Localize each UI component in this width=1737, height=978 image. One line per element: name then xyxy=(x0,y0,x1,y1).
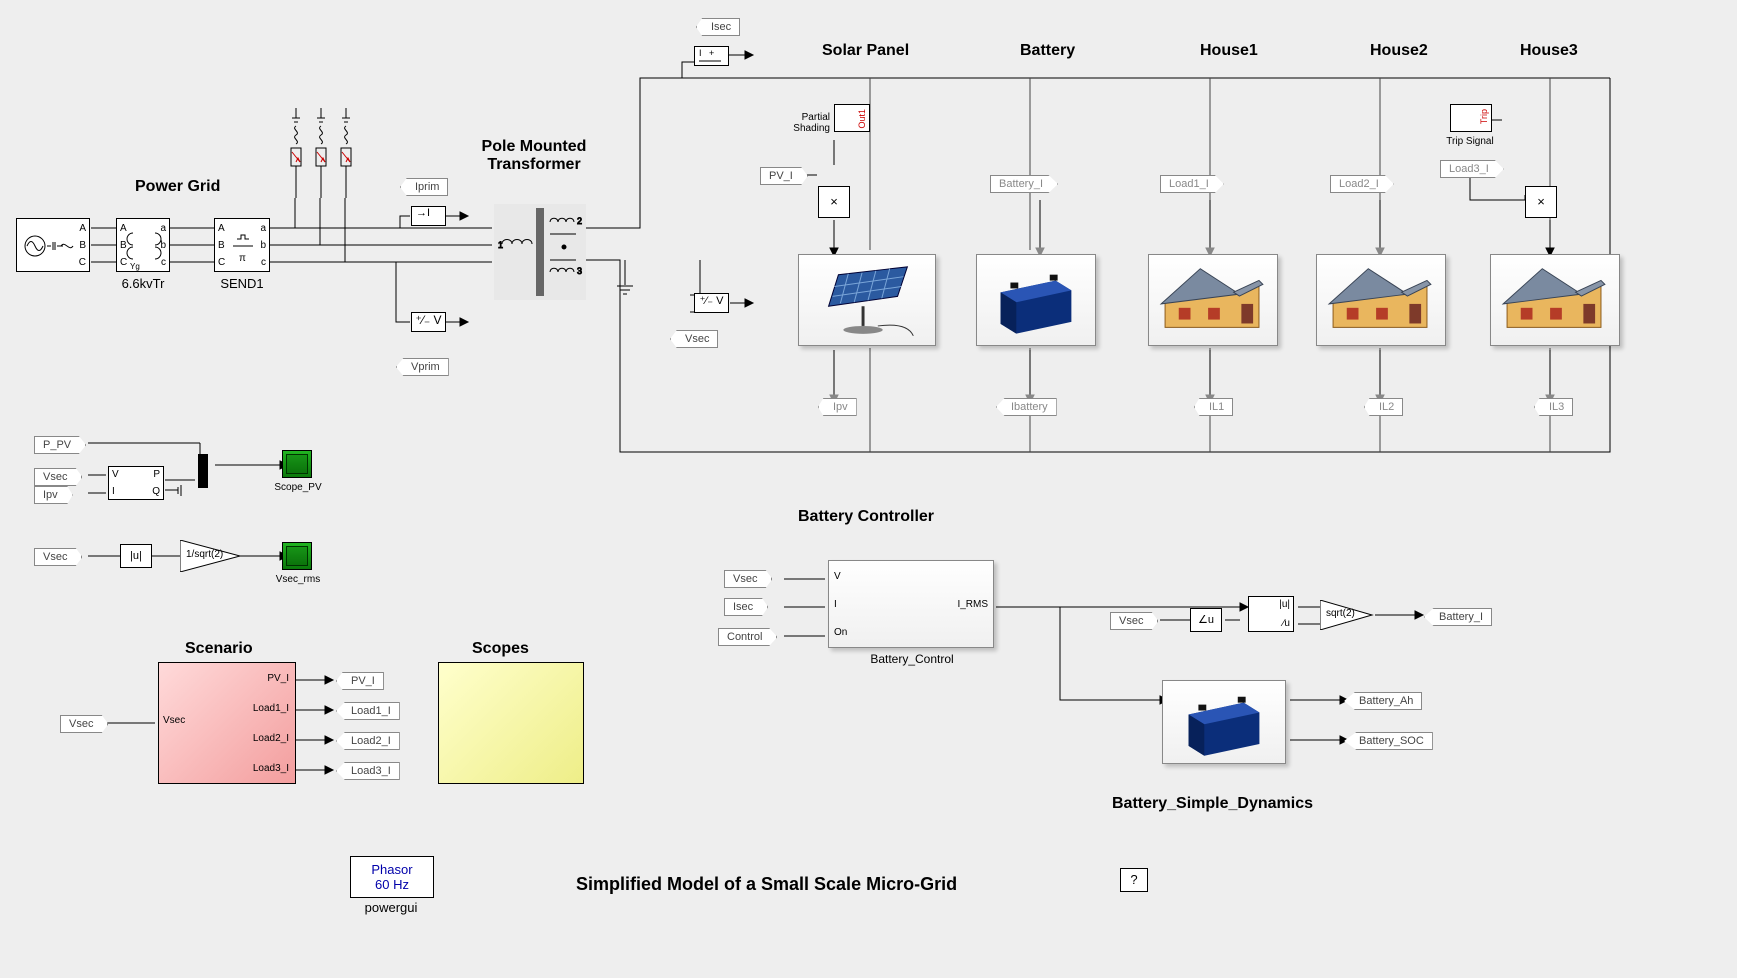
house1-block[interactable] xyxy=(1148,254,1278,346)
battery-i-from-tag[interactable]: Battery_I xyxy=(990,175,1058,193)
mux-block[interactable] xyxy=(198,454,208,488)
vsec-from-tag-bc2[interactable]: Vsec xyxy=(1110,612,1158,630)
pole-transformer-block[interactable]: 1 2 3 xyxy=(494,204,586,300)
svg-text:π: π xyxy=(239,253,246,264)
transformer-66kv-block[interactable]: Yg A B C a b c xyxy=(116,218,170,272)
battery-title: Battery xyxy=(1020,42,1075,60)
powergui-label: powergui xyxy=(352,900,430,915)
vsec-from-tag-1[interactable]: Vsec xyxy=(34,468,82,486)
battery-soc-goto-tag[interactable]: Battery_SOC xyxy=(1344,732,1433,750)
il1-goto-tag[interactable]: IL1 xyxy=(1194,398,1233,416)
il3-goto-tag[interactable]: IL3 xyxy=(1534,398,1573,416)
ipv-from-tag[interactable]: Ipv xyxy=(34,486,73,504)
ppv-from-tag[interactable]: P_PV xyxy=(34,436,86,454)
load2-i-goto-tag[interactable]: Load2_I xyxy=(336,732,400,750)
load3-i-goto-tag[interactable]: Load3_I xyxy=(336,762,400,780)
vsec-sensor[interactable]: ⁺⁄₋ V xyxy=(694,293,729,313)
simulink-canvas[interactable]: Power Grid Pole Mounted Transformer Sola… xyxy=(0,0,1737,978)
house3-title: House3 xyxy=(1520,42,1578,60)
vsec-from-tag-3[interactable]: Vsec xyxy=(60,715,108,733)
house3-multiply-block[interactable]: × xyxy=(1525,186,1557,218)
pv-i-from-tag[interactable]: PV_I xyxy=(760,167,808,185)
pv-multiply-block[interactable]: × xyxy=(818,186,850,218)
port-c: C xyxy=(79,257,86,268)
abs-block[interactable]: |u| xyxy=(120,544,152,568)
battery-controller-title: Battery Controller xyxy=(798,508,934,526)
il2-goto-tag[interactable]: IL2 xyxy=(1364,398,1403,416)
port-a: A xyxy=(79,223,86,234)
house2-title: House2 xyxy=(1370,42,1428,60)
vprim-goto-tag[interactable]: Vprim xyxy=(396,358,449,376)
pv-i-goto-tag[interactable]: PV_I xyxy=(336,672,384,690)
scopes-title: Scopes xyxy=(472,640,529,658)
solar-panel-block[interactable] xyxy=(798,254,936,346)
scenario-title: Scenario xyxy=(185,640,253,658)
ibattery-goto-tag[interactable]: Ibattery xyxy=(996,398,1057,416)
vprim-sensor[interactable]: ⁺⁄₋ V xyxy=(411,312,446,332)
transformer-66kv-label: 6.6kvTr xyxy=(112,276,174,291)
complex-split-block[interactable]: |u| ∕u xyxy=(1248,596,1294,632)
vsec-goto-tag[interactable]: Vsec xyxy=(670,330,718,348)
battery-dynamics-block[interactable] xyxy=(1162,680,1286,764)
scope-pv-block[interactable] xyxy=(282,450,312,478)
isec-goto-tag[interactable]: Isec xyxy=(696,18,740,36)
scopes-block[interactable] xyxy=(438,662,584,784)
scope-pv-label: Scope_PV xyxy=(268,482,328,493)
solar-panel-title: Solar Panel xyxy=(822,42,909,60)
svg-text:I: I xyxy=(699,48,702,58)
battery-control-block[interactable]: V I On I_RMS xyxy=(828,560,994,648)
trip-signal-block[interactable]: Trip xyxy=(1450,104,1492,132)
angle-block[interactable]: ∠u xyxy=(1190,608,1222,632)
gain-sqrt2-block[interactable]: sqrt(2) xyxy=(1320,600,1380,635)
surge-arrester-bank[interactable] xyxy=(282,108,362,198)
main-title: Simplified Model of a Small Scale Micro-… xyxy=(576,874,957,895)
gain-invsqrt2-block[interactable]: 1/sqrt(2) xyxy=(180,540,250,577)
battery-dynamics-title: Battery_Simple_Dynamics xyxy=(1112,795,1313,813)
control-from-tag[interactable]: Control xyxy=(718,628,777,646)
powergui-block[interactable]: Phasor 60 Hz xyxy=(350,856,434,898)
port-b: B xyxy=(79,240,86,251)
scenario-block[interactable]: Vsec PV_I Load1_I Load2_I Load3_I xyxy=(158,662,296,784)
isec-from-tag-bc[interactable]: Isec xyxy=(724,598,768,616)
pq-block[interactable]: V I P Q xyxy=(108,466,164,500)
ac-source-block[interactable]: A B C xyxy=(16,218,90,272)
load3-i-from-tag[interactable]: Load3_I xyxy=(1440,160,1504,178)
svg-text:+: + xyxy=(709,48,714,58)
send1-label: SEND1 xyxy=(216,276,268,291)
isec-sensor[interactable]: I+ xyxy=(694,46,729,66)
load1-i-from-tag[interactable]: Load1_I xyxy=(1160,175,1224,193)
svg-text:Yg: Yg xyxy=(130,262,140,271)
partial-shading-label: Partial Shading xyxy=(782,112,830,134)
house2-block[interactable] xyxy=(1316,254,1446,346)
help-block[interactable]: ? xyxy=(1120,868,1148,892)
trip-signal-label: Trip Signal xyxy=(1440,136,1500,147)
vsec-from-tag-2[interactable]: Vsec xyxy=(34,548,82,566)
scope-vsec-rms-block[interactable] xyxy=(282,542,312,570)
partial-shading-block[interactable]: Out1 xyxy=(834,104,870,132)
battery-control-label: Battery_Control xyxy=(852,652,972,666)
power-grid-title: Power Grid xyxy=(135,178,220,196)
iprim-goto-tag[interactable]: Iprim xyxy=(400,178,448,196)
house1-title: House1 xyxy=(1200,42,1258,60)
svg-text:1: 1 xyxy=(498,240,503,250)
battery-ah-goto-tag[interactable]: Battery_Ah xyxy=(1344,692,1422,710)
pole-transformer-title: Pole Mounted Transformer xyxy=(464,138,604,174)
house3-block[interactable] xyxy=(1490,254,1620,346)
load1-i-goto-tag[interactable]: Load1_I xyxy=(336,702,400,720)
load2-i-from-tag[interactable]: Load2_I xyxy=(1330,175,1394,193)
vsec-rms-label: Vsec_rms xyxy=(268,574,328,585)
iprim-sensor[interactable]: →I xyxy=(411,206,446,226)
battery-block[interactable] xyxy=(976,254,1096,346)
svg-text:2: 2 xyxy=(577,216,582,226)
svg-text:3: 3 xyxy=(577,266,582,276)
ipv-goto-tag[interactable]: Ipv xyxy=(818,398,857,416)
send1-block[interactable]: A B C a b c π xyxy=(214,218,270,272)
vsec-from-tag-bc[interactable]: Vsec xyxy=(724,570,772,588)
battery-i-goto-tag[interactable]: Battery_I xyxy=(1424,608,1492,626)
